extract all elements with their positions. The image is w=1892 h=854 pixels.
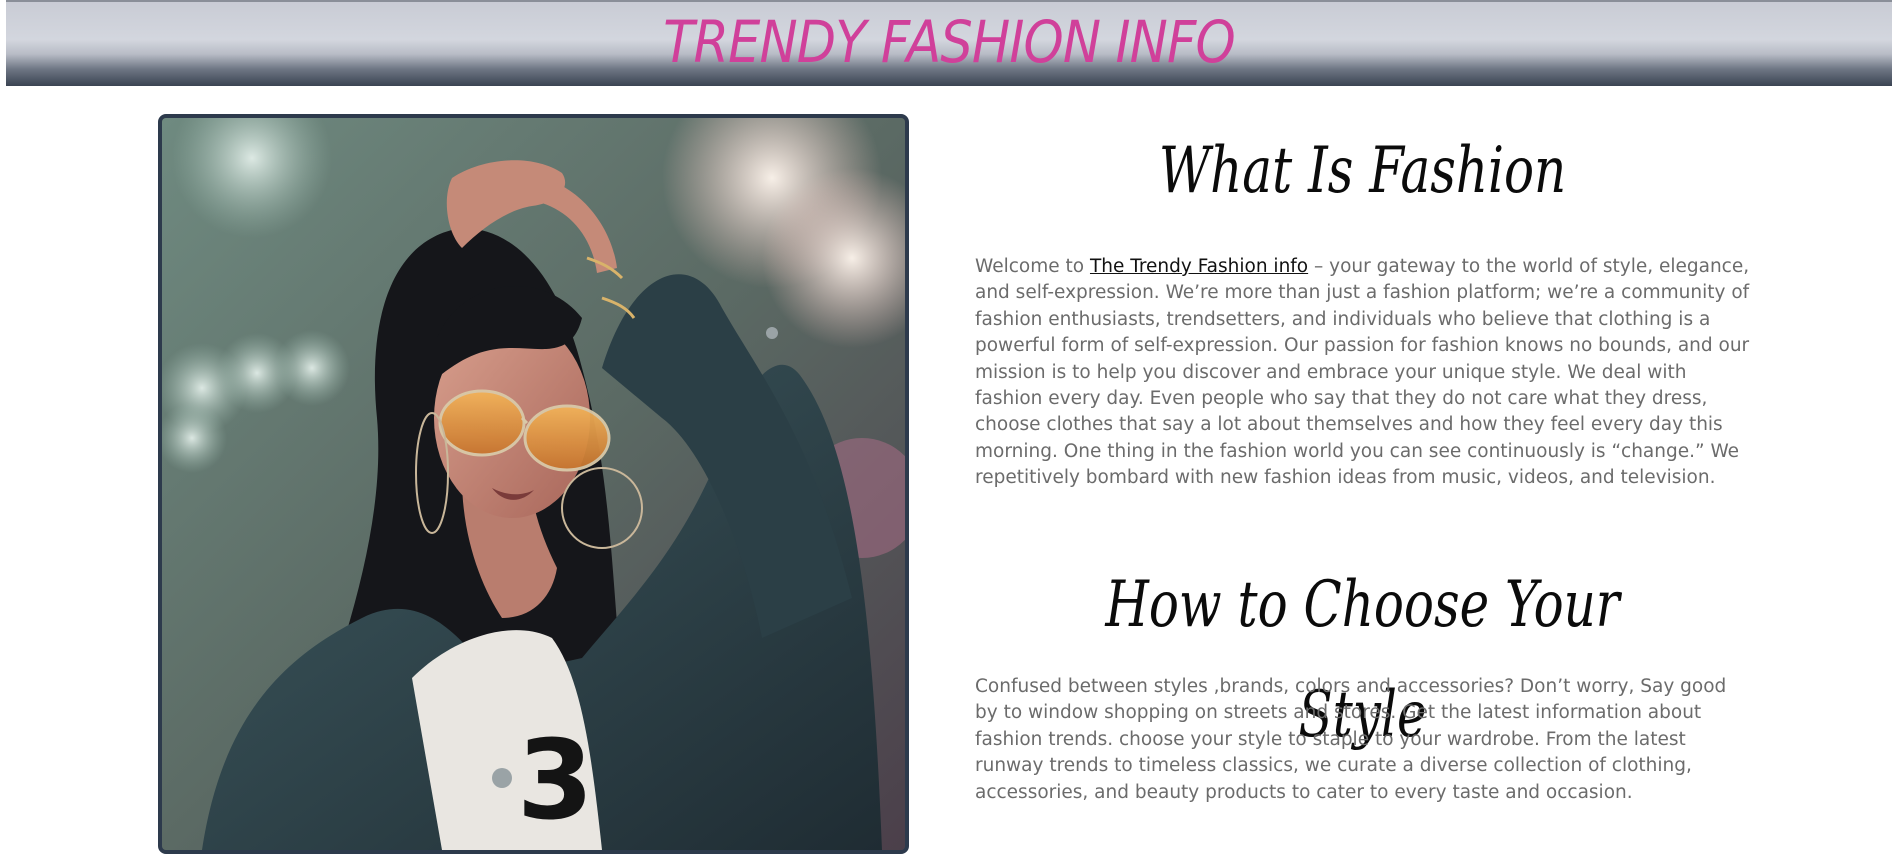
section-paragraph-how-to-choose: Confused between styles ,brands, colors … — [975, 676, 1727, 803]
paragraph-text-start: Welcome to — [975, 256, 1090, 277]
site-header: TRENDY FASHION INFO — [6, 0, 1892, 86]
section-heading-what-is-fashion: What Is Fashion — [1158, 134, 1567, 208]
hero-photo: 3 — [158, 114, 909, 854]
section-paragraph-what-is-fashion: Welcome to The Trendy Fashion info – you… — [975, 254, 1750, 492]
trendy-fashion-info-link[interactable]: The Trendy Fashion info — [1090, 256, 1308, 277]
hero-photo-illustration: 3 — [162, 118, 905, 850]
site-title: TRENDY FASHION INFO — [663, 8, 1235, 76]
paragraph-text-end: – your gateway to the world of style, el… — [975, 256, 1750, 489]
svg-text:3: 3 — [517, 716, 594, 844]
